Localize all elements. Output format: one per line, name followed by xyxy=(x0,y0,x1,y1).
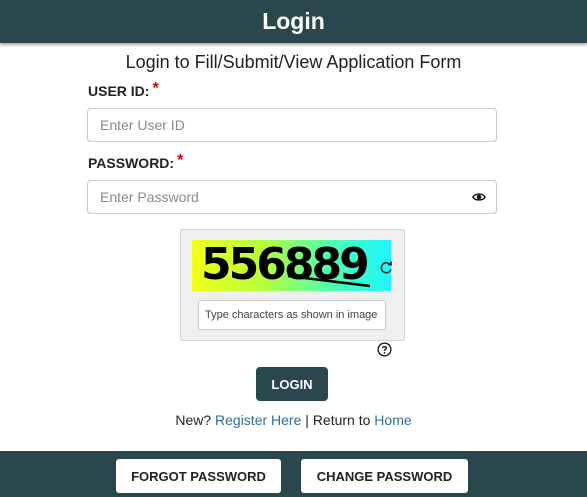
page-title: Login xyxy=(262,8,325,34)
password-field-container xyxy=(87,180,497,214)
footer-bar: FORGOT PASSWORD CHANGE PASSWORD xyxy=(0,451,587,497)
required-mark: * xyxy=(152,80,159,97)
refresh-icon[interactable] xyxy=(378,260,394,276)
captcha-noise-line xyxy=(287,274,371,288)
password-label-text: PASSWORD: xyxy=(88,155,175,171)
forgot-password-button[interactable]: FORGOT PASSWORD xyxy=(116,459,281,493)
login-button[interactable]: LOGIN xyxy=(256,367,328,401)
user-id-field-container xyxy=(87,108,497,142)
new-prefix-text: New? xyxy=(175,412,212,428)
question-circle-icon[interactable] xyxy=(377,342,392,357)
password-input[interactable] xyxy=(88,181,472,213)
password-label: PASSWORD: * xyxy=(88,152,184,173)
captcha-input[interactable] xyxy=(199,301,391,329)
user-id-label-text: USER ID: xyxy=(88,83,150,99)
auth-links: New? Register Here | Return to Home xyxy=(0,412,587,428)
register-link[interactable]: Register Here xyxy=(215,412,301,428)
return-prefix-text: Return to xyxy=(312,412,371,428)
required-mark: * xyxy=(177,152,184,169)
change-password-button[interactable]: CHANGE PASSWORD xyxy=(301,459,468,493)
user-id-input[interactable] xyxy=(88,109,472,141)
captcha-panel: 556889 xyxy=(180,229,405,341)
eye-icon[interactable] xyxy=(472,191,486,203)
header-bar: Login xyxy=(0,0,587,43)
link-separator: | xyxy=(305,412,309,428)
home-link[interactable]: Home xyxy=(374,412,411,428)
captcha-image: 556889 xyxy=(192,240,391,291)
captcha-field-container xyxy=(198,300,391,330)
form-subtitle: Login to Fill/Submit/View Application Fo… xyxy=(125,52,462,72)
user-id-label: USER ID: * xyxy=(88,80,159,101)
